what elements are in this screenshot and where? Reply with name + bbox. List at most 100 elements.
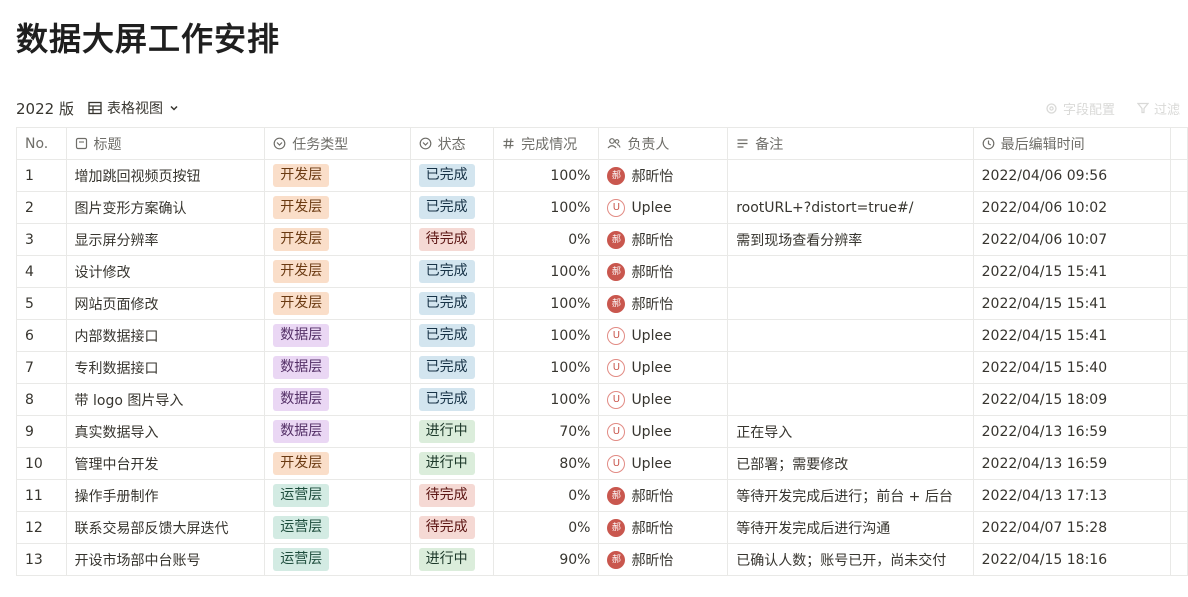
cell-owner[interactable]: U Uplee — [598, 383, 729, 416]
cell-no[interactable]: 11 — [16, 479, 67, 512]
column-header-note[interactable]: 备注 — [727, 127, 974, 160]
cell-status[interactable]: 进行中 — [409, 415, 495, 448]
column-header-owner[interactable]: 负责人 — [598, 127, 729, 160]
cell-type[interactable]: 开发层 — [264, 447, 411, 480]
cell-no[interactable]: 10 — [16, 447, 67, 480]
field-config-button[interactable]: 字段配置 — [1045, 99, 1115, 118]
cell-owner[interactable]: 郝郝昕怡 — [598, 255, 729, 288]
cell-edited[interactable]: 2022/04/07 15:28 — [972, 511, 1171, 544]
cell-edited[interactable]: 2022/04/15 15:41 — [972, 255, 1171, 288]
cell-type[interactable]: 运营层 — [264, 479, 411, 512]
cell-progress[interactable]: 100% — [493, 383, 600, 416]
cell-edited[interactable]: 2022/04/06 10:02 — [972, 191, 1171, 224]
cell-title[interactable]: 管理中台开发 — [65, 447, 266, 480]
cell-status[interactable]: 待完成 — [409, 479, 495, 512]
table-row[interactable]: 2 图片变形方案确认 开发层 已完成 100% U Uplee rootURL+?distor… — [16, 191, 1188, 224]
cell-progress[interactable]: 0% — [493, 511, 600, 544]
view-switcher[interactable]: 表格视图 — [88, 98, 180, 118]
cell-edited[interactable]: 2022/04/15 15:41 — [972, 319, 1171, 352]
cell-no[interactable]: 1 — [16, 159, 67, 192]
cell-type[interactable]: 开发层 — [264, 287, 411, 320]
cell-note[interactable] — [727, 287, 974, 320]
cell-edited[interactable]: 2022/04/13 16:59 — [972, 415, 1171, 448]
cell-owner[interactable]: 郝郝昕怡 — [598, 479, 729, 512]
cell-status[interactable]: 待完成 — [409, 223, 495, 256]
cell-progress[interactable]: 100% — [493, 191, 600, 224]
cell-status[interactable]: 已完成 — [409, 287, 495, 320]
cell-no[interactable]: 3 — [16, 223, 67, 256]
cell-type[interactable]: 开发层 — [264, 191, 411, 224]
table-row[interactable]: 3 显示屏分辨率 开发层 待完成 0% 郝郝昕怡 需到现场查看分辨率 2022/04/06 1… — [16, 223, 1188, 256]
cell-type[interactable]: 开发层 — [264, 223, 411, 256]
cell-progress[interactable]: 100% — [493, 319, 600, 352]
cell-progress[interactable]: 100% — [493, 159, 600, 192]
cell-owner[interactable]: 郝郝昕怡 — [598, 511, 729, 544]
cell-progress[interactable]: 90% — [493, 543, 600, 576]
cell-title[interactable]: 带 logo 图片导入 — [65, 383, 266, 416]
cell-edited[interactable]: 2022/04/15 18:09 — [972, 383, 1171, 416]
column-header-status[interactable]: 状态 — [409, 127, 495, 160]
cell-title[interactable]: 增加跳回视频页按钮 — [65, 159, 266, 192]
cell-title[interactable]: 内部数据接口 — [65, 319, 266, 352]
cell-status[interactable]: 待完成 — [409, 511, 495, 544]
cell-title[interactable]: 显示屏分辨率 — [65, 223, 266, 256]
cell-note[interactable] — [727, 319, 974, 352]
cell-status[interactable]: 已完成 — [409, 383, 495, 416]
cell-title[interactable]: 开设市场部中台账号 — [65, 543, 266, 576]
cell-note[interactable] — [727, 255, 974, 288]
cell-title[interactable]: 专利数据接口 — [65, 351, 266, 384]
cell-owner[interactable]: 郝郝昕怡 — [598, 159, 729, 192]
table-row[interactable]: 13 开设市场部中台账号 运营层 进行中 90% 郝郝昕怡 已确认人数；账号已开，尚未交付 2… — [16, 543, 1188, 576]
column-header-no[interactable]: No. — [16, 127, 67, 160]
cell-progress[interactable]: 80% — [493, 447, 600, 480]
cell-owner[interactable]: U Uplee — [598, 415, 729, 448]
cell-title[interactable]: 操作手册制作 — [65, 479, 266, 512]
table-row[interactable]: 10 管理中台开发 开发层 进行中 80% U Uplee 已部署；需要修改 2022/04/1… — [16, 447, 1188, 480]
table-row[interactable]: 9 真实数据导入 数据层 进行中 70% U Uplee 正在导入 2022/04/13 16:… — [16, 415, 1188, 448]
cell-title[interactable]: 联系交易部反馈大屏迭代 — [65, 511, 266, 544]
cell-note[interactable] — [727, 383, 974, 416]
cell-owner[interactable]: U Uplee — [598, 191, 729, 224]
table-row[interactable]: 11 操作手册制作 运营层 待完成 0% 郝郝昕怡 等待开发完成后进行；前台 + 后台 202… — [16, 479, 1188, 512]
cell-type[interactable]: 数据层 — [264, 383, 411, 416]
cell-note[interactable] — [727, 159, 974, 192]
cell-no[interactable]: 5 — [16, 287, 67, 320]
cell-progress[interactable]: 100% — [493, 287, 600, 320]
cell-note[interactable]: 等待开发完成后进行；前台 + 后台 — [727, 479, 974, 512]
cell-title[interactable]: 图片变形方案确认 — [65, 191, 266, 224]
cell-no[interactable]: 2 — [16, 191, 67, 224]
cell-no[interactable]: 9 — [16, 415, 67, 448]
cell-owner[interactable]: U Uplee — [598, 351, 729, 384]
cell-owner[interactable]: 郝郝昕怡 — [598, 543, 729, 576]
cell-owner[interactable]: 郝郝昕怡 — [598, 223, 729, 256]
table-row[interactable]: 1 增加跳回视频页按钮 开发层 已完成 100% 郝郝昕怡 2022/04/06 09:56 — [16, 159, 1188, 192]
column-header-add[interactable] — [1169, 127, 1188, 160]
table-row[interactable]: 4 设计修改 开发层 已完成 100% 郝郝昕怡 2022/04/15 15:41 — [16, 255, 1188, 288]
table-row[interactable]: 6 内部数据接口 数据层 已完成 100% U Uplee 2022/04/15 15:41 — [16, 319, 1188, 352]
cell-no[interactable]: 8 — [16, 383, 67, 416]
cell-status[interactable]: 进行中 — [409, 543, 495, 576]
cell-status[interactable]: 已完成 — [409, 159, 495, 192]
cell-type[interactable]: 数据层 — [264, 319, 411, 352]
cell-type[interactable]: 运营层 — [264, 543, 411, 576]
cell-no[interactable]: 7 — [16, 351, 67, 384]
cell-progress[interactable]: 0% — [493, 479, 600, 512]
cell-note[interactable]: 已部署；需要修改 — [727, 447, 974, 480]
cell-title[interactable]: 真实数据导入 — [65, 415, 266, 448]
cell-title[interactable]: 网站页面修改 — [65, 287, 266, 320]
column-header-type[interactable]: 任务类型 — [264, 127, 411, 160]
table-row[interactable]: 8 带 logo 图片导入 数据层 已完成 100% U Uplee 2022/04/15 1… — [16, 383, 1188, 416]
version-label[interactable]: 2022 版 — [16, 98, 74, 119]
cell-progress[interactable]: 100% — [493, 255, 600, 288]
cell-type[interactable]: 运营层 — [264, 511, 411, 544]
cell-note[interactable]: 等待开发完成后进行沟通 — [727, 511, 974, 544]
cell-edited[interactable]: 2022/04/15 18:16 — [972, 543, 1171, 576]
cell-owner[interactable]: 郝郝昕怡 — [598, 287, 729, 320]
column-header-progress[interactable]: 完成情况 — [493, 127, 600, 160]
cell-type[interactable]: 数据层 — [264, 415, 411, 448]
cell-status[interactable]: 进行中 — [409, 447, 495, 480]
table-row[interactable]: 5 网站页面修改 开发层 已完成 100% 郝郝昕怡 2022/04/15 15:41 — [16, 287, 1188, 320]
cell-note[interactable]: 已确认人数；账号已开，尚未交付 — [727, 543, 974, 576]
cell-status[interactable]: 已完成 — [409, 351, 495, 384]
cell-edited[interactable]: 2022/04/15 15:41 — [972, 287, 1171, 320]
